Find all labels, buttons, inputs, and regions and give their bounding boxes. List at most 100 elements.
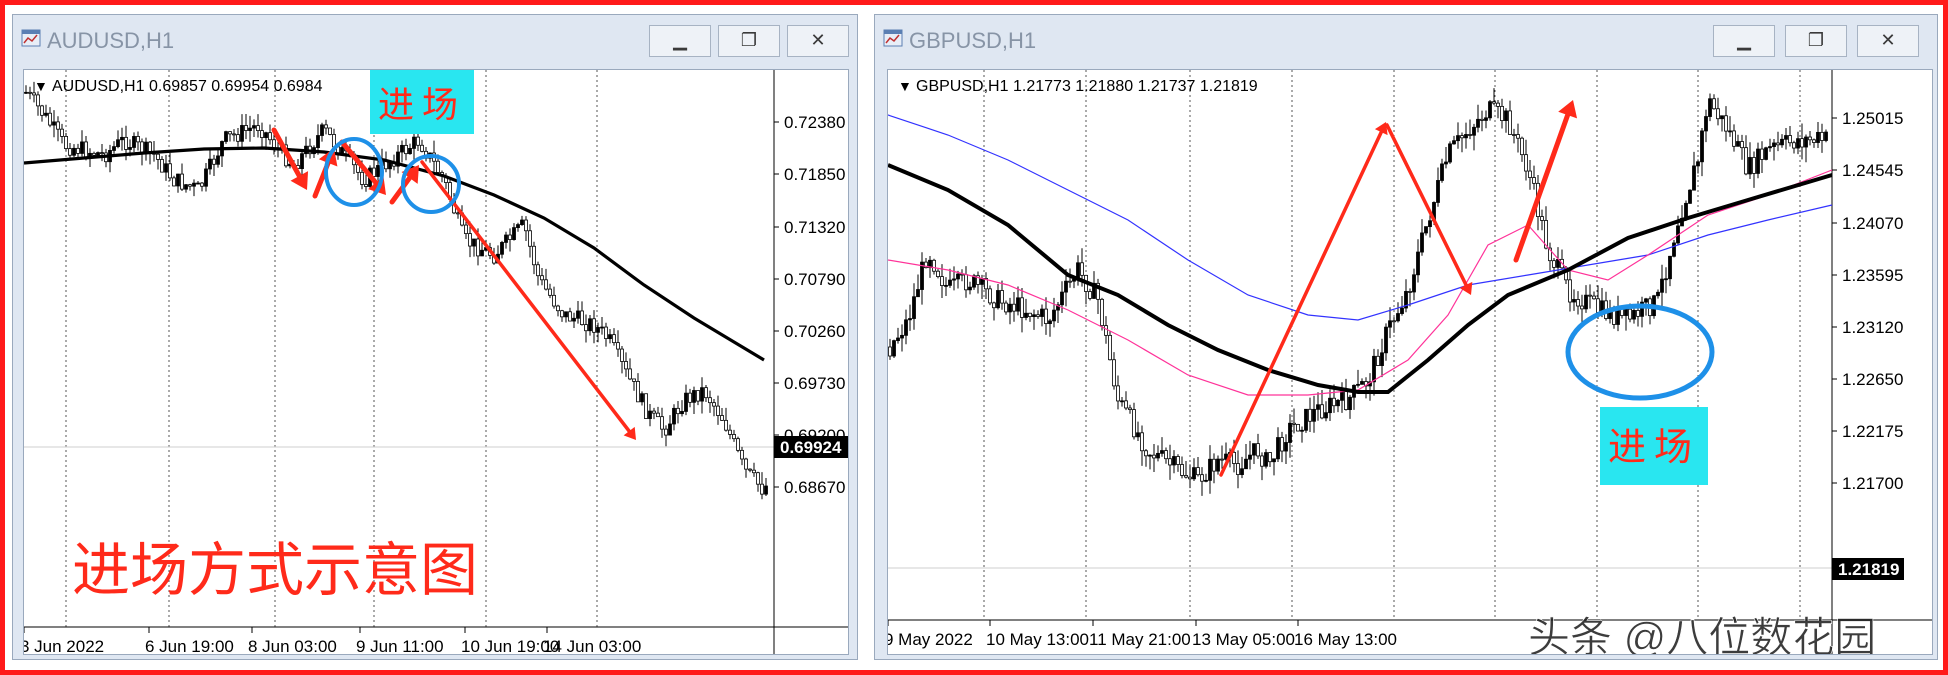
candle-body	[1672, 242, 1676, 257]
candle-body	[1124, 400, 1128, 409]
candle-body	[476, 238, 480, 257]
audusd-chart-window[interactable]: AUDUSD,H1 ▁ ❐ ✕ ▼ AUDUSD,H1 0.69857 0.69…	[12, 14, 858, 660]
minimize-button[interactable]: ▁	[649, 25, 711, 57]
candle-body	[456, 212, 460, 215]
candle-body	[744, 458, 748, 470]
close-button[interactable]: ✕	[1857, 25, 1919, 57]
candle-body	[540, 275, 544, 281]
maximize-button[interactable]: ❐	[1785, 25, 1847, 57]
candle-body	[1584, 294, 1588, 310]
candle-body	[756, 472, 760, 485]
candle-body	[204, 168, 208, 187]
candle-body	[1692, 165, 1696, 191]
candle-body	[1252, 443, 1256, 456]
candle-body	[436, 160, 440, 173]
candle-body	[256, 125, 260, 132]
candle-body	[1100, 298, 1104, 327]
gbpusd-chart-window[interactable]: GBPUSD,H1 ▁ ❐ ✕ ▼ GBPUSD,H1 1.21773 1.21…	[874, 14, 1938, 660]
candle-body	[588, 318, 592, 332]
gbpusd-chart[interactable]: ▼ GBPUSD,H1 1.21773 1.21880 1.21737 1.21…	[888, 70, 1932, 654]
candle-body	[520, 219, 524, 225]
candle-body	[576, 310, 580, 319]
window-title: AUDUSD,H1	[47, 28, 175, 53]
candle-body	[1812, 139, 1816, 143]
window-title-bar[interactable]: AUDUSD,H1 ▁ ❐ ✕	[13, 15, 857, 61]
candle-body	[956, 273, 960, 280]
candle-body	[940, 276, 944, 286]
candle-body	[1220, 458, 1224, 461]
candle-body	[632, 378, 636, 382]
candle-body	[692, 390, 696, 403]
candle-body	[516, 224, 520, 229]
candle-body	[1320, 404, 1324, 419]
candle-body	[1516, 134, 1520, 139]
candle-body	[244, 125, 248, 131]
candle-body	[1244, 458, 1248, 470]
chart-plot-area[interactable]: ▼ GBPUSD,H1 1.21773 1.21880 1.21737 1.21…	[887, 69, 1933, 655]
candle-body	[404, 144, 408, 155]
candle-body	[56, 121, 60, 130]
candle-body	[320, 124, 324, 136]
candle-body	[1356, 383, 1360, 386]
candle-body	[1300, 429, 1304, 432]
candle-body	[560, 310, 564, 318]
candle-body	[1716, 108, 1720, 120]
candle-body	[1004, 302, 1008, 313]
candle-body	[1144, 450, 1148, 457]
price-tick-label: 0.68670	[784, 478, 845, 497]
candle-body	[1128, 407, 1132, 410]
candle-body	[248, 127, 252, 131]
candle-body	[1160, 450, 1164, 454]
chart-window-icon	[883, 29, 903, 47]
candle-body	[1348, 396, 1352, 411]
candle-body	[688, 392, 692, 403]
candle-body	[324, 124, 328, 129]
close-button[interactable]: ✕	[787, 25, 849, 57]
arrow-shaft	[1219, 130, 1384, 477]
candle-body	[640, 393, 644, 403]
candle-body	[1704, 116, 1708, 132]
candle-body	[572, 317, 576, 322]
window-title-bar[interactable]: GBPUSD,H1 ▁ ❐ ✕	[875, 15, 1937, 61]
candle-body	[1440, 163, 1444, 181]
candle-body	[412, 136, 416, 149]
candle-body	[904, 319, 908, 336]
candle-body	[1776, 142, 1780, 146]
entry-label: 进场	[1608, 427, 1700, 469]
minimize-button[interactable]: ▁	[1713, 25, 1775, 57]
chart-symbol: GBPUSD,H1	[916, 78, 1009, 95]
candle-body	[156, 153, 160, 160]
candle-body	[1036, 314, 1040, 317]
candle-body	[548, 288, 552, 296]
time-tick-label: 11 May 21:00	[1089, 630, 1191, 649]
candle-body	[584, 324, 588, 332]
candle-body	[1460, 135, 1464, 139]
time-axis-labels: 9 May 2022 10 May 13:00 11 May 21:00 13 May…	[888, 620, 1397, 649]
chart-plot-area[interactable]: ▼ AUDUSD,H1 0.69857 0.69954 0.6984 进场 0.…	[23, 69, 849, 655]
time-tick-label: 9 Jun 11:00	[356, 637, 444, 654]
candle-body	[464, 224, 468, 234]
candle-body	[124, 136, 128, 150]
candle-body	[1188, 476, 1192, 480]
candle-body	[1272, 458, 1276, 463]
candle-body	[1580, 305, 1584, 310]
candle-body	[208, 158, 212, 170]
candle-body	[1060, 291, 1064, 306]
candle-body	[236, 134, 240, 142]
candle-body	[184, 184, 188, 190]
candle-body	[84, 141, 88, 158]
candle-body	[164, 163, 168, 173]
candle-body	[360, 171, 364, 185]
current-price-label: 1.21819	[1838, 560, 1899, 579]
audusd-chart[interactable]: ▼ AUDUSD,H1 0.69857 0.69954 0.6984 进场 0.…	[24, 70, 848, 654]
candle-body	[1804, 136, 1808, 148]
candle-body	[1388, 320, 1392, 328]
price-tick-label: 1.25015	[1842, 109, 1903, 128]
candle-body	[508, 234, 512, 240]
maximize-button[interactable]: ❐	[718, 25, 780, 57]
candle-body	[1140, 432, 1144, 452]
candle-body	[916, 289, 920, 298]
candle-body	[504, 234, 508, 243]
price-tick-label: 0.71850	[784, 165, 845, 184]
candle-body	[556, 305, 560, 312]
